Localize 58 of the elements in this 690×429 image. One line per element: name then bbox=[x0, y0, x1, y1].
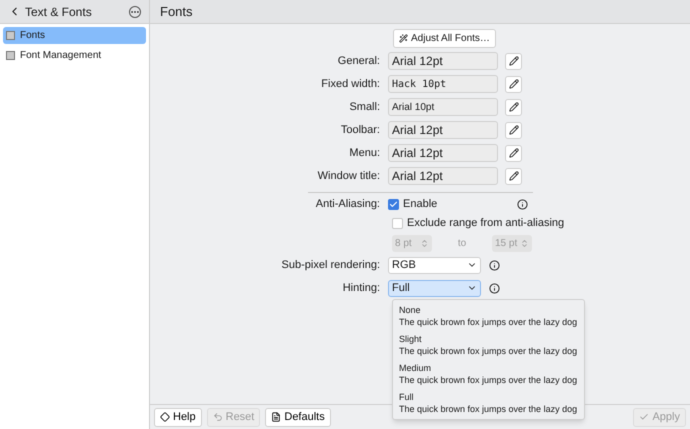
check-icon bbox=[389, 200, 398, 208]
footer-button[interactable]: Defaults bbox=[265, 408, 331, 426]
pencil-icon bbox=[508, 125, 518, 135]
dropdown[interactable]: Full bbox=[388, 280, 481, 296]
pencil-icon bbox=[508, 56, 518, 66]
edit-button[interactable] bbox=[505, 168, 522, 184]
pencil-icon bbox=[508, 102, 518, 112]
stepper-icon bbox=[420, 238, 429, 248]
field-label: Menu: bbox=[348, 146, 381, 161]
font-field[interactable]: Arial 12pt bbox=[388, 121, 498, 139]
font-field[interactable]: Arial 10pt bbox=[388, 98, 498, 116]
defaults-icon bbox=[271, 412, 282, 422]
edit-button[interactable] bbox=[505, 98, 522, 116]
field-label: Sub-pixel rendering: bbox=[280, 258, 381, 273]
font-field[interactable]: Arial 12pt bbox=[388, 167, 498, 185]
sidebar-item[interactable]: Fonts bbox=[3, 27, 146, 44]
edit-button[interactable] bbox=[505, 144, 522, 162]
edit-button[interactable] bbox=[505, 52, 522, 70]
checkbox[interactable] bbox=[392, 218, 403, 228]
font-field[interactable]: Arial 12pt bbox=[388, 144, 498, 162]
field-label: Window title: bbox=[316, 168, 381, 184]
checkbox-label: Enable bbox=[403, 196, 438, 212]
pencil-icon bbox=[508, 148, 518, 158]
more-icon[interactable] bbox=[129, 6, 141, 18]
edit-button[interactable] bbox=[505, 122, 522, 138]
module-icon bbox=[6, 51, 15, 60]
module-icon bbox=[6, 31, 15, 40]
field-label: Fixed width: bbox=[320, 76, 381, 92]
checkbox-label: Exclude range from anti-aliasing bbox=[407, 216, 564, 231]
checkbox[interactable] bbox=[388, 198, 399, 210]
apply-icon bbox=[639, 412, 650, 422]
sidebar-title: Text & Fonts bbox=[25, 4, 93, 20]
help-icon bbox=[160, 412, 170, 422]
pencil-icon bbox=[508, 79, 518, 89]
field-label: Hinting: bbox=[342, 280, 381, 296]
info-icon[interactable] bbox=[489, 282, 500, 294]
menu-item[interactable]: Slight The quick brown fox jumps over the lazy dog bbox=[393, 333, 584, 357]
font-field[interactable]: Arial 12pt bbox=[388, 52, 498, 70]
adjust-fonts-button[interactable]: Adjust All Fonts… bbox=[393, 29, 496, 48]
range-label: to bbox=[456, 236, 468, 250]
pencil-icon bbox=[508, 171, 518, 181]
menu-item[interactable]: Medium The quick brown fox jumps over the lazy dog bbox=[393, 362, 584, 386]
field-label: Toolbar: bbox=[340, 122, 381, 138]
menu-item[interactable]: None The quick brown fox jumps over the lazy dog bbox=[393, 304, 584, 328]
stepper-icon bbox=[520, 238, 529, 248]
info-icon[interactable] bbox=[517, 198, 528, 210]
dropdown[interactable]: RGB bbox=[388, 256, 481, 274]
menu-item[interactable]: Full The quick brown fox jumps over the lazy dog bbox=[393, 391, 584, 415]
info-icon[interactable] bbox=[489, 260, 500, 270]
field-label: General: bbox=[336, 54, 381, 69]
field-label: Small: bbox=[348, 100, 381, 115]
sidebar-item[interactable]: Font Management bbox=[3, 47, 146, 64]
reset-icon bbox=[212, 412, 223, 422]
footer-button[interactable]: Help bbox=[154, 408, 202, 426]
field-label: Anti-Aliasing: bbox=[314, 196, 381, 212]
font-field[interactable]: Hack 10pt bbox=[388, 75, 498, 93]
page-title: Fonts bbox=[160, 2, 193, 21]
edit-button[interactable] bbox=[505, 76, 522, 92]
